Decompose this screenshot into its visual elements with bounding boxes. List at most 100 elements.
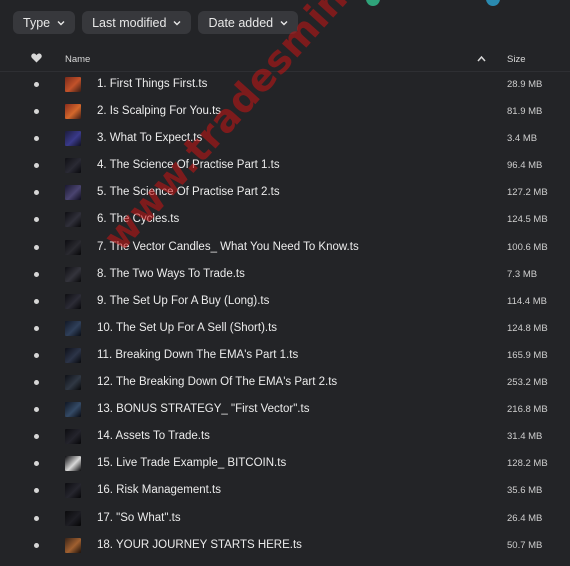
file-size: 124.8 MB — [507, 322, 548, 334]
file-row[interactable]: 2. Is Scalping For You.ts 81.9 MB — [0, 98, 570, 125]
top-accent-green-circle[interactable] — [366, 0, 380, 6]
file-row[interactable]: 12. The Breaking Down Of The EMA's Part … — [0, 369, 570, 396]
file-row[interactable]: 10. The Set Up For A Sell (Short).ts 124.… — [0, 315, 570, 342]
favorite-dot-icon[interactable] — [34, 515, 39, 521]
top-accent-teal-circle[interactable] — [486, 0, 500, 6]
file-row[interactable]: 14. Assets To Trade.ts 31.4 MB — [0, 423, 570, 450]
file-name[interactable]: 4. The Science Of Practise Part 1.ts — [97, 159, 280, 171]
video-thumbnail — [65, 212, 81, 228]
file-name[interactable]: 17. "So What".ts — [97, 512, 181, 524]
file-name[interactable]: 5. The Science Of Practise Part 2.ts — [97, 186, 280, 198]
heart-icon[interactable] — [31, 53, 42, 63]
file-name[interactable]: 1. First Things First.ts — [97, 78, 207, 90]
file-row[interactable]: 11. Breaking Down The EMA's Part 1.ts 165… — [0, 342, 570, 369]
video-thumbnail — [65, 77, 81, 92]
file-name[interactable]: 2. Is Scalping For You.ts — [97, 105, 221, 117]
favorite-dot-icon[interactable] — [34, 325, 39, 331]
filter-label: Last modified — [92, 15, 167, 30]
file-name[interactable]: 18. YOUR JOURNEY STARTS HERE.ts — [97, 539, 302, 551]
file-name[interactable]: 12. The Breaking Down Of The EMA's Part … — [97, 376, 337, 388]
file-name[interactable]: 6. The Cycles.ts — [97, 213, 179, 225]
filter-label: Type — [23, 15, 51, 30]
favorite-dot-icon[interactable] — [34, 542, 39, 548]
favorite-dot-icon[interactable] — [34, 271, 39, 277]
name-column-header[interactable]: Name — [65, 54, 90, 65]
file-size: 7.3 MB — [507, 268, 538, 280]
file-row[interactable]: 3. What To Expect.ts 3.4 MB — [0, 125, 570, 152]
video-thumbnail — [65, 483, 81, 499]
video-thumbnail — [65, 104, 81, 120]
favorite-dot-icon[interactable] — [34, 109, 39, 115]
file-row[interactable]: 13. BONUS STRATEGY_ "First Vector".ts 216… — [0, 396, 570, 423]
file-name[interactable]: 3. What To Expect.ts — [97, 132, 202, 144]
favorite-dot-icon[interactable] — [34, 163, 39, 169]
file-row[interactable]: 8. The Two Ways To Trade.ts 7.3 MB — [0, 261, 570, 288]
file-row[interactable]: 15. Live Trade Example_ BITCOIN.ts 128.2 … — [0, 450, 570, 477]
file-row[interactable]: 5. The Science Of Practise Part 2.ts 127.… — [0, 179, 570, 206]
favorite-dot-icon[interactable] — [34, 298, 39, 304]
chevron-down-icon — [173, 19, 181, 27]
size-column-header[interactable]: Size — [507, 54, 525, 65]
file-size: 35.6 MB — [507, 485, 543, 497]
favorite-dot-icon[interactable] — [34, 190, 39, 196]
file-row[interactable]: 6. The Cycles.ts 124.5 MB — [0, 206, 570, 233]
top-toolbar-edge — [0, 0, 570, 6]
file-name[interactable]: 14. Assets To Trade.ts — [97, 430, 210, 442]
chevron-down-icon — [57, 19, 65, 27]
filter-label: Date added — [208, 15, 274, 30]
chevron-down-icon — [280, 19, 288, 27]
favorite-dot-icon[interactable] — [34, 380, 39, 386]
table-header: Name Size — [0, 47, 570, 72]
file-row[interactable]: 16. Risk Management.ts 35.6 MB — [0, 477, 570, 504]
favorite-dot-icon[interactable] — [34, 352, 39, 358]
chevron-up-icon[interactable] — [477, 55, 486, 63]
file-row[interactable]: 7. The Vector Candles_ What You Need To … — [0, 234, 570, 261]
file-size: 253.2 MB — [507, 377, 548, 389]
video-thumbnail — [65, 375, 81, 391]
favorite-dot-icon[interactable] — [34, 244, 39, 250]
file-name[interactable]: 9. The Set Up For A Buy (Long).ts — [97, 295, 269, 307]
video-thumbnail — [65, 402, 81, 418]
file-name[interactable]: 11. Breaking Down The EMA's Part 1.ts — [97, 349, 298, 361]
file-name[interactable]: 13. BONUS STRATEGY_ "First Vector".ts — [97, 403, 309, 415]
filter-type-dropdown[interactable]: Type — [13, 11, 76, 34]
file-row[interactable]: 1. First Things First.ts 28.9 MB — [0, 71, 570, 98]
file-name[interactable]: 8. The Two Ways To Trade.ts — [97, 268, 245, 280]
video-thumbnail — [65, 266, 81, 282]
video-thumbnail — [65, 185, 81, 201]
file-size: 50.7 MB — [507, 539, 543, 551]
video-thumbnail — [65, 293, 81, 309]
video-thumbnail — [65, 456, 81, 472]
favorite-dot-icon[interactable] — [34, 488, 39, 494]
filter-last-modified-dropdown[interactable]: Last modified — [82, 11, 192, 34]
file-size: 165.9 MB — [507, 349, 548, 361]
favorite-dot-icon[interactable] — [34, 136, 39, 142]
video-thumbnail — [65, 239, 81, 255]
file-browser: Type Last modified Date added Name Size 1.… — [0, 0, 570, 566]
file-list: 1. First Things First.ts 28.9 MB 2. Is Sca… — [0, 71, 570, 559]
video-thumbnail — [65, 347, 81, 363]
file-row[interactable]: 9. The Set Up For A Buy (Long).ts 114.4 M… — [0, 288, 570, 315]
file-row[interactable]: 17. "So What".ts 26.4 MB — [0, 505, 570, 532]
file-name[interactable]: 16. Risk Management.ts — [97, 484, 221, 496]
file-size: 114.4 MB — [507, 295, 547, 307]
video-thumbnail — [65, 131, 81, 147]
favorite-dot-icon[interactable] — [34, 407, 39, 413]
filter-date-added-dropdown[interactable]: Date added — [198, 11, 299, 34]
file-size: 128.2 MB — [507, 458, 548, 470]
file-size: 28.9 MB — [507, 79, 543, 90]
file-name[interactable]: 10. The Set Up For A Sell (Short).ts — [97, 322, 277, 334]
file-name[interactable]: 15. Live Trade Example_ BITCOIN.ts — [97, 457, 286, 469]
video-thumbnail — [65, 158, 81, 174]
file-row[interactable]: 4. The Science Of Practise Part 1.ts 96.4… — [0, 152, 570, 179]
file-row[interactable]: 18. YOUR JOURNEY STARTS HERE.ts 50.7 MB — [0, 532, 570, 559]
video-thumbnail — [65, 320, 81, 336]
filter-bar: Type Last modified Date added — [13, 11, 299, 34]
file-size: 127.2 MB — [507, 187, 548, 199]
favorite-dot-icon[interactable] — [34, 82, 39, 87]
favorite-dot-icon[interactable] — [34, 461, 39, 467]
file-size: 81.9 MB — [507, 106, 543, 118]
favorite-dot-icon[interactable] — [34, 434, 39, 440]
favorite-dot-icon[interactable] — [34, 217, 39, 223]
file-name[interactable]: 7. The Vector Candles_ What You Need To … — [97, 241, 359, 253]
